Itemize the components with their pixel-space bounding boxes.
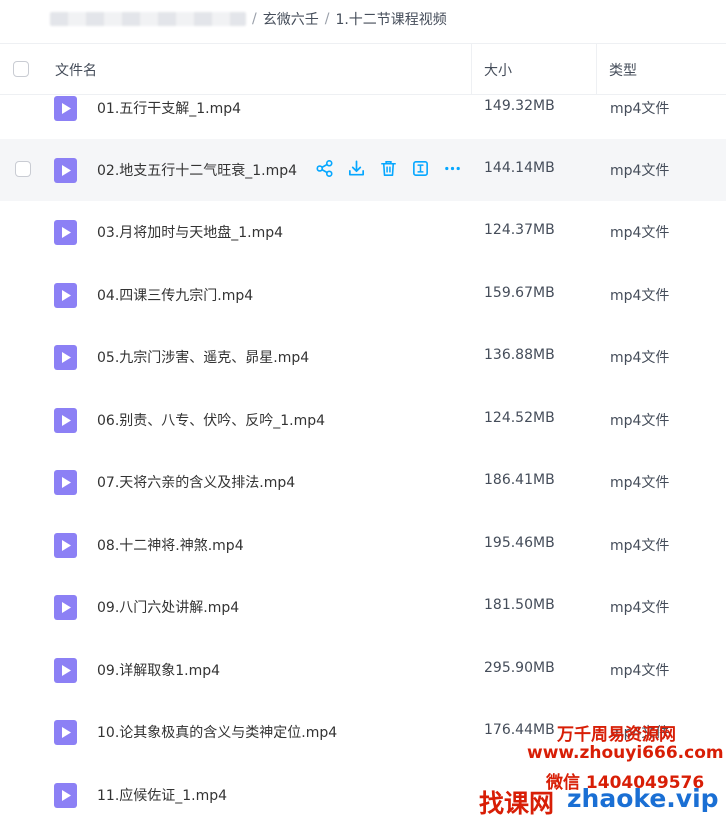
file-row[interactable]: 02.地支五行十二气旺衰_1.mp4 144.14MB mp4文件 bbox=[0, 139, 726, 201]
delete-icon[interactable] bbox=[379, 159, 398, 178]
file-row[interactable]: 01.五行干支解_1.mp4 149.32MB mp4文件 bbox=[0, 94, 726, 139]
video-file-icon bbox=[54, 595, 77, 620]
breadcrumb-blurred-path bbox=[50, 12, 246, 26]
video-file-icon bbox=[54, 408, 77, 433]
file-type: mp4文件 bbox=[610, 663, 670, 679]
video-file-icon bbox=[54, 783, 77, 808]
column-header-type[interactable]: 类型 bbox=[609, 60, 637, 80]
file-size: 136.88MB bbox=[484, 347, 555, 363]
file-type: mp4文件 bbox=[610, 350, 670, 366]
file-size: 295.90MB bbox=[484, 660, 555, 676]
file-size: 176.44MB bbox=[484, 722, 555, 738]
row-actions bbox=[315, 159, 462, 178]
file-name[interactable]: 10.论其象极真的含义与类神定位.mp4 bbox=[97, 722, 337, 742]
file-name[interactable]: 03.月将加时与天地盘_1.mp4 bbox=[97, 222, 283, 242]
video-file-icon bbox=[54, 96, 77, 121]
file-size: 181.50MB bbox=[484, 597, 555, 613]
row-checkbox[interactable] bbox=[15, 161, 31, 177]
video-file-icon bbox=[54, 345, 77, 370]
watermark-line-2: www.zhouyi666.com bbox=[527, 743, 724, 763]
file-name[interactable]: 04.四课三传九宗门.mp4 bbox=[97, 285, 253, 305]
file-name[interactable]: 08.十二神将.神煞.mp4 bbox=[97, 535, 244, 555]
file-size: 149.32MB bbox=[484, 98, 555, 114]
video-file-icon bbox=[54, 470, 77, 495]
file-size: 124.52MB bbox=[484, 410, 555, 426]
file-row[interactable]: 09.详解取象1.mp4 295.90MB mp4文件 bbox=[0, 639, 726, 701]
file-name[interactable]: 09.八门六处讲解.mp4 bbox=[97, 597, 239, 617]
file-name[interactable]: 07.天将六亲的含义及排法.mp4 bbox=[97, 472, 295, 492]
file-name[interactable]: 02.地支五行十二气旺衰_1.mp4 bbox=[97, 160, 297, 180]
file-row[interactable]: 09.八门六处讲解.mp4 181.50MB mp4文件 bbox=[0, 576, 726, 638]
video-file-icon bbox=[54, 283, 77, 308]
file-type: mp4文件 bbox=[610, 225, 670, 241]
video-file-icon bbox=[54, 158, 77, 183]
file-row[interactable]: 06.别责、八专、伏吟、反吟_1.mp4 124.52MB mp4文件 bbox=[0, 389, 726, 451]
breadcrumb-item-parent[interactable]: 玄微六壬 bbox=[263, 9, 319, 29]
watermark-line-1: 万千周易资源网 bbox=[557, 725, 676, 745]
video-file-icon bbox=[54, 720, 77, 745]
file-type: mp4文件 bbox=[610, 288, 670, 304]
breadcrumb: / 玄微六壬 / 1.十二节课程视频 bbox=[0, 0, 726, 38]
share-icon[interactable] bbox=[315, 159, 334, 178]
breadcrumb-separator: / bbox=[252, 11, 257, 27]
file-row[interactable]: 04.四课三传九宗门.mp4 159.67MB mp4文件 bbox=[0, 264, 726, 326]
file-type: mp4文件 bbox=[610, 600, 670, 616]
column-divider[interactable] bbox=[471, 44, 472, 94]
file-name[interactable]: 06.别责、八专、伏吟、反吟_1.mp4 bbox=[97, 410, 325, 430]
file-list: 01.五行干支解_1.mp4 149.32MB mp4文件 02.地支五行十二气… bbox=[0, 94, 726, 815]
breadcrumb-item-current: 1.十二节课程视频 bbox=[335, 12, 447, 28]
file-size: 144.14MB bbox=[484, 160, 555, 176]
file-name[interactable]: 09.详解取象1.mp4 bbox=[97, 660, 220, 680]
file-type: mp4文件 bbox=[610, 163, 670, 179]
column-header-size[interactable]: 大小 bbox=[484, 60, 512, 80]
download-icon[interactable] bbox=[347, 159, 366, 178]
video-file-icon bbox=[54, 220, 77, 245]
column-header-name[interactable]: 文件名 bbox=[55, 60, 97, 80]
file-row[interactable]: 08.十二神将.神煞.mp4 195.46MB mp4文件 bbox=[0, 514, 726, 576]
watermark-brand-en: zhaoke.vip bbox=[567, 784, 719, 813]
video-file-icon bbox=[54, 658, 77, 683]
file-name[interactable]: 05.九宗门涉害、遥克、昴星.mp4 bbox=[97, 347, 309, 367]
file-type: mp4文件 bbox=[610, 413, 670, 429]
file-browser: / 玄微六壬 / 1.十二节课程视频 文件名 大小 类型 01.五行干支解_1.… bbox=[0, 0, 726, 815]
file-size: 195.46MB bbox=[484, 535, 555, 551]
file-row[interactable]: 07.天将六亲的含义及排法.mp4 186.41MB mp4文件 bbox=[0, 451, 726, 513]
file-size: 159.67MB bbox=[484, 285, 555, 301]
rename-icon[interactable] bbox=[411, 159, 430, 178]
file-size: 186.41MB bbox=[484, 472, 555, 488]
more-icon[interactable] bbox=[443, 159, 462, 178]
file-name[interactable]: 11.应候佐证_1.mp4 bbox=[97, 785, 227, 805]
file-name[interactable]: 01.五行干支解_1.mp4 bbox=[97, 98, 241, 118]
file-type: mp4文件 bbox=[610, 101, 670, 117]
select-all-checkbox[interactable] bbox=[13, 61, 29, 77]
file-table-header: 文件名 大小 类型 bbox=[0, 43, 726, 95]
file-size: 124.37MB bbox=[484, 222, 555, 238]
watermark-brand-cn: 找课网 bbox=[479, 789, 555, 815]
file-type: mp4文件 bbox=[610, 475, 670, 491]
column-divider[interactable] bbox=[596, 44, 597, 94]
breadcrumb-separator: / bbox=[324, 11, 330, 27]
file-row[interactable]: 03.月将加时与天地盘_1.mp4 124.37MB mp4文件 bbox=[0, 201, 726, 263]
video-file-icon bbox=[54, 533, 77, 558]
file-type: mp4文件 bbox=[610, 538, 670, 554]
file-row[interactable]: 05.九宗门涉害、遥克、昴星.mp4 136.88MB mp4文件 bbox=[0, 326, 726, 388]
